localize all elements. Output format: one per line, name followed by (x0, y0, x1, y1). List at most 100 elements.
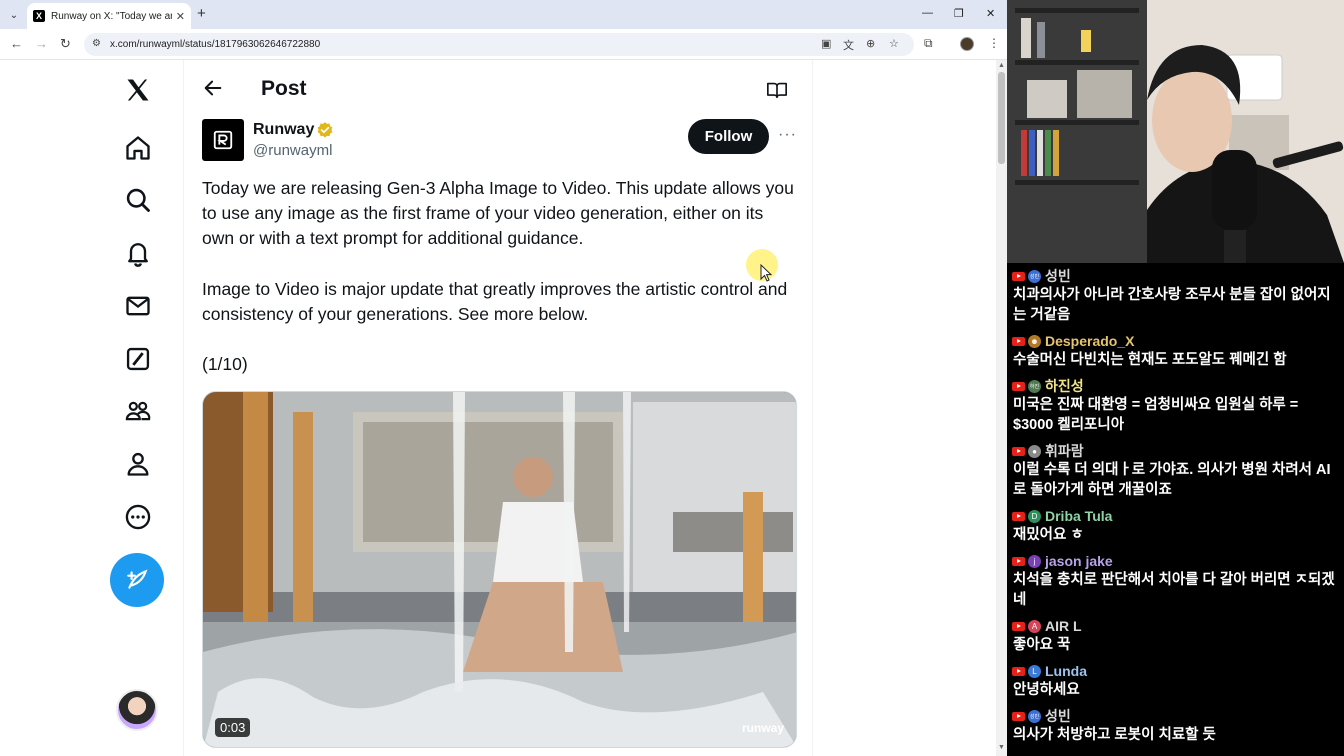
chat-text: 의사가 처방하고 로봇이 치료할 듯 (1013, 727, 1216, 743)
minimize-icon[interactable]: — (922, 7, 933, 19)
translate-icon[interactable]: 文 (843, 37, 854, 53)
tab-close-icon[interactable]: ✕ (176, 10, 185, 23)
chat-message: A AIR L 좋아요 꾹 (1012, 617, 1342, 655)
chat-message: 성빈 성빈 의사가 처방하고 로봇이 치료할 듯 (1012, 707, 1342, 745)
tweet-thread-counter: (1/10) (202, 354, 248, 374)
youtube-badge-icon (1012, 621, 1025, 631)
tab-strip: ⌄ X Runway on X: "Today we are r ✕ + — ❐… (0, 0, 1007, 29)
left-navigation (100, 60, 182, 756)
video-duration: 0:03 (215, 718, 251, 737)
chat-message: j jason jake 치석을 충치로 판단해서 치아를 다 갈아 버리면 ㅈ되… (1012, 552, 1342, 610)
profile-icon[interactable] (123, 449, 153, 479)
live-chat: 성빈 성빈 치과의사가 아니라 간호사랑 조무사 분들 잡이 없어지는 거같음 ☻… (1007, 263, 1344, 756)
webcam-illustration (1007, 0, 1344, 263)
chat-text: 미국은 진짜 대환영 = 엄청비싸요 입원실 하루 = $3000 켈리포니아 (1013, 397, 1299, 433)
more-circle-icon[interactable] (123, 502, 153, 532)
browser-tab[interactable]: X Runway on X: "Today we are r ✕ (27, 3, 191, 29)
youtube-badge-icon (1012, 336, 1025, 346)
account-avatar[interactable] (116, 689, 158, 731)
chat-message: 성빈 성빈 치과의사가 아니라 간호사랑 조무사 분들 잡이 없어지는 거같음 (1012, 267, 1342, 325)
youtube-badge-icon (1012, 556, 1025, 566)
site-info-icon[interactable]: ⚙ (92, 38, 101, 49)
runway-logo-icon (213, 130, 233, 150)
verified-badge-icon (316, 121, 334, 144)
scroll-up-icon[interactable]: ▲ (998, 62, 1005, 69)
post-column: Post Runway @runwayml Follow ··· Today w… (183, 60, 813, 756)
author-handle[interactable]: @runwayml (253, 142, 332, 159)
chat-text: 좋아요 꾹 (1013, 637, 1071, 653)
chat-message: ● 휘파람 이럴 수록 더 의대ㅏ로 가야죠. 의사가 병원 차려서 AI로 돌아… (1012, 442, 1342, 500)
reader-mode-icon[interactable] (766, 79, 788, 106)
search-icon[interactable] (123, 185, 153, 215)
webcam-feed (1007, 0, 1344, 263)
chat-user-avatar: D (1028, 509, 1041, 523)
home-icon[interactable] (123, 133, 153, 163)
youtube-badge-icon (1012, 446, 1025, 456)
chat-username: Driba Tula (1045, 508, 1113, 524)
video-watermark: runway (741, 721, 784, 735)
scroll-down-icon[interactable]: ▼ (998, 744, 1005, 751)
chat-text: 재밌어요 ㅎ (1013, 527, 1084, 543)
chat-message: L Lunda 안녕하세요 (1012, 662, 1342, 700)
new-tab-icon[interactable]: + (197, 5, 206, 22)
window-close-icon[interactable]: ✕ (986, 7, 995, 20)
address-bar[interactable]: ⚙ x.com/runwayml/status/1817963062646722… (84, 33, 914, 56)
x-page: Post Runway @runwayml Follow ··· Today w… (0, 60, 996, 756)
more-options-icon[interactable]: ··· (778, 126, 797, 144)
communities-icon[interactable] (123, 396, 153, 426)
chat-user-avatar: L (1028, 664, 1041, 678)
chat-username: 성빈 (1045, 268, 1071, 284)
tab-title: Runway on X: "Today we are r (51, 10, 172, 22)
author-avatar[interactable] (202, 119, 244, 161)
mouse-cursor-icon (760, 263, 773, 287)
chat-username: AIR L (1045, 618, 1082, 634)
forward-nav-icon[interactable]: → (35, 36, 48, 51)
chat-user-avatar: ● (1028, 444, 1041, 458)
x-logo-icon[interactable] (123, 75, 153, 105)
chat-user-avatar: A (1028, 619, 1041, 633)
extensions-icon[interactable]: ⧉ (924, 36, 933, 51)
chat-username: jason jake (1045, 553, 1113, 569)
youtube-badge-icon (1012, 511, 1025, 521)
youtube-badge-icon (1012, 711, 1025, 721)
install-app-icon[interactable]: ▣ (821, 37, 831, 50)
chat-text: 안녕하세요 (1013, 682, 1080, 698)
chat-message: D Driba Tula 재밌어요 ㅎ (1012, 507, 1342, 545)
mail-icon[interactable] (123, 291, 153, 321)
chat-user-avatar: j (1028, 554, 1041, 568)
author-name[interactable]: Runway (253, 121, 314, 139)
chat-username: 휘파람 (1045, 443, 1084, 459)
chat-username: 성빈 (1045, 708, 1071, 724)
scrollbar-thumb[interactable] (998, 72, 1005, 164)
back-arrow-icon[interactable] (202, 77, 224, 104)
chat-username: Desperado_X (1045, 333, 1135, 349)
page-scrollbar[interactable]: ▲ ▼ (996, 60, 1007, 756)
chat-username: 하진성 (1045, 378, 1084, 394)
x-favicon-icon: X (33, 10, 45, 22)
grok-icon[interactable] (123, 344, 153, 374)
chat-message: ☻ Desperado_X 수술머신 다빈치는 현재도 포도알도 꿰메긴 함 (1012, 332, 1342, 370)
chat-user-avatar: 성빈 (1028, 269, 1041, 283)
profile-avatar-icon[interactable] (960, 37, 974, 51)
url-text[interactable]: x.com/runwayml/status/181796306264672288… (110, 39, 320, 50)
back-nav-icon[interactable]: ← (10, 36, 23, 51)
restore-icon[interactable]: ❐ (954, 7, 964, 20)
chat-user-avatar: ☻ (1028, 334, 1041, 348)
tweet-text-paragraph-2: Image to Video is major update that grea… (202, 279, 788, 324)
reload-icon[interactable]: ↻ (60, 36, 71, 52)
bell-icon[interactable] (123, 238, 153, 268)
chat-user-avatar: 하진 (1028, 379, 1041, 393)
tweet-video[interactable]: 0:03 runway (202, 391, 797, 748)
video-frame-illustration (203, 392, 796, 747)
bookmark-star-icon[interactable]: ☆ (889, 37, 899, 50)
chat-text: 이럴 수록 더 의대ㅏ로 가야죠. 의사가 병원 차려서 AI로 돌아가게 하면… (1013, 462, 1331, 498)
screen: ⌄ X Runway on X: "Today we are r ✕ + — ❐… (0, 0, 1344, 756)
youtube-badge-icon (1012, 271, 1025, 281)
youtube-badge-icon (1012, 666, 1025, 676)
browser-menu-icon[interactable]: ⋮ (988, 36, 1000, 50)
tab-list-icon[interactable]: ⌄ (6, 7, 22, 23)
compose-button[interactable] (110, 553, 164, 607)
zoom-icon[interactable]: ⊕ (866, 37, 875, 50)
browser-toolbar: ← → ↻ ⚙ x.com/runwayml/status/1817963062… (0, 29, 1007, 60)
follow-button[interactable]: Follow (688, 119, 769, 154)
